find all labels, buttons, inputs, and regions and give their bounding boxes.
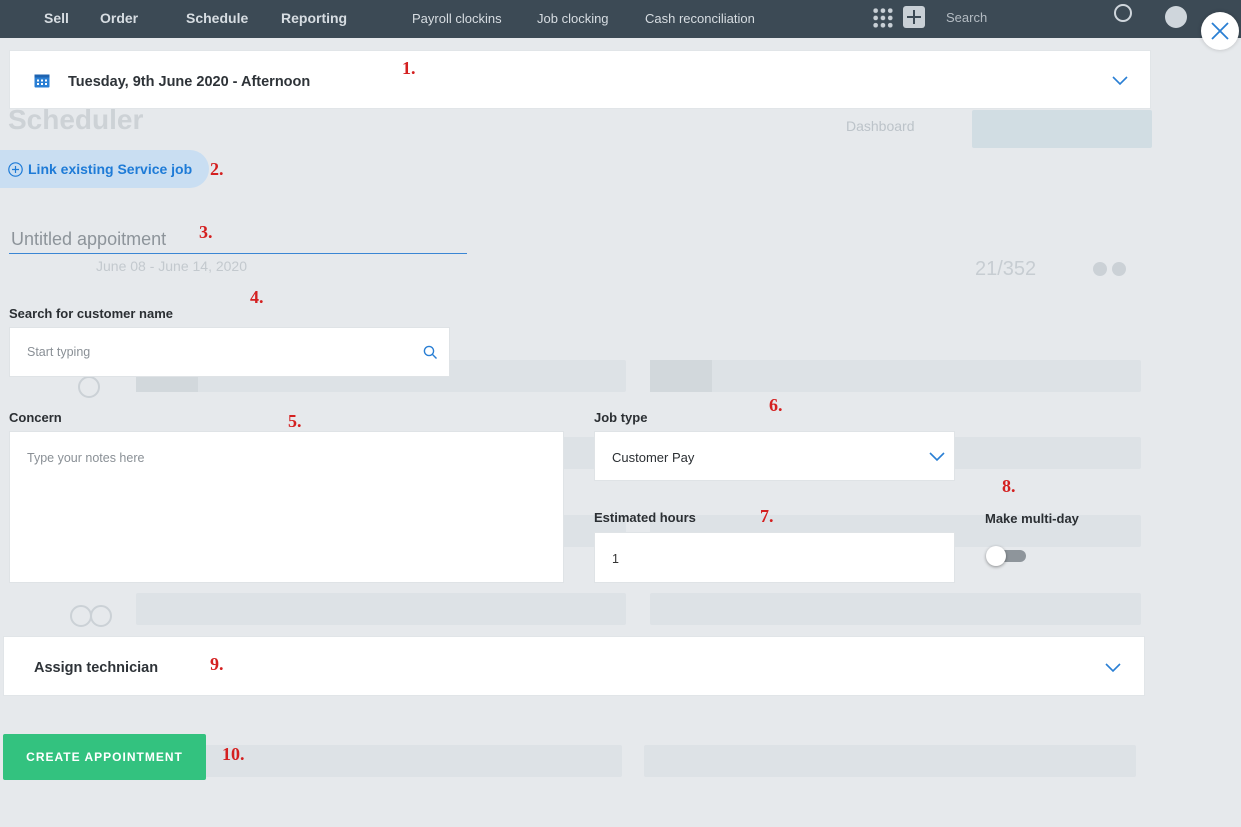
annotation-9: 9.	[210, 654, 224, 674]
estimated-hours-field[interactable]	[594, 532, 955, 583]
multi-day-label: Make multi-day	[985, 511, 1079, 526]
concern-textarea[interactable]	[27, 451, 547, 571]
new-appointment-button[interactable]	[972, 110, 1152, 148]
link-service-job-button[interactable]: Link existing Service job	[0, 150, 209, 188]
capacity-bar	[650, 593, 1141, 625]
nav-schedule[interactable]: Schedule	[186, 10, 248, 26]
technician-avatar-icon	[70, 605, 92, 627]
multi-day-toggle[interactable]	[986, 546, 1028, 566]
capacity-bar	[650, 360, 1141, 392]
concern-field[interactable]	[9, 431, 564, 583]
estimated-hours-input[interactable]	[612, 552, 912, 566]
add-icon[interactable]	[903, 6, 925, 28]
annotation-2: 2.	[210, 159, 224, 179]
nav-cash-reconciliation[interactable]: Cash reconciliation	[645, 11, 755, 26]
capacity-count: 21/352	[975, 258, 1037, 280]
capacity-bar	[136, 593, 626, 625]
nav-sell[interactable]: Sell	[44, 10, 69, 26]
date-range: June 08 - June 14, 2020	[96, 258, 248, 274]
toggle-knob	[986, 546, 1006, 566]
capacity-bar	[644, 745, 1136, 777]
chevron-down-icon[interactable]	[1112, 76, 1128, 86]
annotation-7: 7.	[760, 506, 774, 526]
annotation-6: 6.	[769, 395, 783, 415]
dashboard-link[interactable]: Dashboard	[846, 118, 915, 134]
search-icon[interactable]	[1114, 4, 1132, 22]
legend-dot	[1093, 262, 1107, 276]
customer-search-label: Search for customer name	[9, 306, 174, 321]
calendar-icon	[34, 74, 50, 88]
nav-order[interactable]: Order	[100, 10, 138, 26]
chevron-down-icon[interactable]	[1105, 663, 1121, 673]
annotation-4: 4.	[250, 287, 264, 307]
legend-dot	[1112, 262, 1126, 276]
capacity-chip	[650, 360, 712, 392]
create-appointment-button[interactable]: CREATE APPOINTMENT	[3, 734, 206, 780]
search-icon[interactable]	[423, 345, 438, 360]
customer-search-input[interactable]	[27, 345, 407, 359]
assign-technician-selector[interactable]: Assign technician	[3, 636, 1145, 696]
top-navigation-bar: Sell Order Schedule Reporting Payroll cl…	[0, 0, 1241, 38]
appointment-title-input[interactable]	[9, 226, 467, 254]
nav-reporting[interactable]: Reporting	[281, 10, 347, 26]
job-type-value: Customer Pay	[612, 450, 695, 465]
assign-technician-label: Assign technician	[34, 660, 159, 676]
annotation-8: 8.	[1002, 476, 1016, 496]
info-icon[interactable]	[1165, 6, 1187, 28]
concern-label: Concern	[9, 410, 62, 425]
date-selector[interactable]: Tuesday, 9th June 2020 - Afternoon	[9, 50, 1151, 109]
nav-payroll-clockins[interactable]: Payroll clockins	[412, 11, 502, 26]
annotation-1: 1.	[402, 58, 416, 78]
customer-search-field[interactable]	[9, 327, 450, 377]
link-service-job-label: Link existing Service job	[28, 161, 193, 177]
nav-job-clocking[interactable]: Job clocking	[537, 11, 609, 26]
plus-circle-icon	[8, 162, 23, 177]
job-type-select[interactable]: Customer Pay	[594, 431, 955, 481]
job-type-label: Job type	[594, 410, 648, 425]
technician-avatar-icon	[78, 376, 100, 398]
apps-grid-icon[interactable]	[872, 7, 894, 29]
technician-avatar-icon	[90, 605, 112, 627]
chevron-down-icon[interactable]	[929, 452, 945, 462]
annotation-5: 5.	[288, 411, 302, 431]
close-button[interactable]	[1201, 12, 1239, 50]
nav-search-placeholder[interactable]: Search	[946, 10, 987, 25]
annotation-10: 10.	[222, 744, 245, 764]
annotation-3: 3.	[199, 222, 213, 242]
estimated-hours-label: Estimated hours	[594, 510, 696, 525]
date-header-text: Tuesday, 9th June 2020 - Afternoon	[68, 74, 311, 90]
close-icon	[1211, 22, 1229, 40]
